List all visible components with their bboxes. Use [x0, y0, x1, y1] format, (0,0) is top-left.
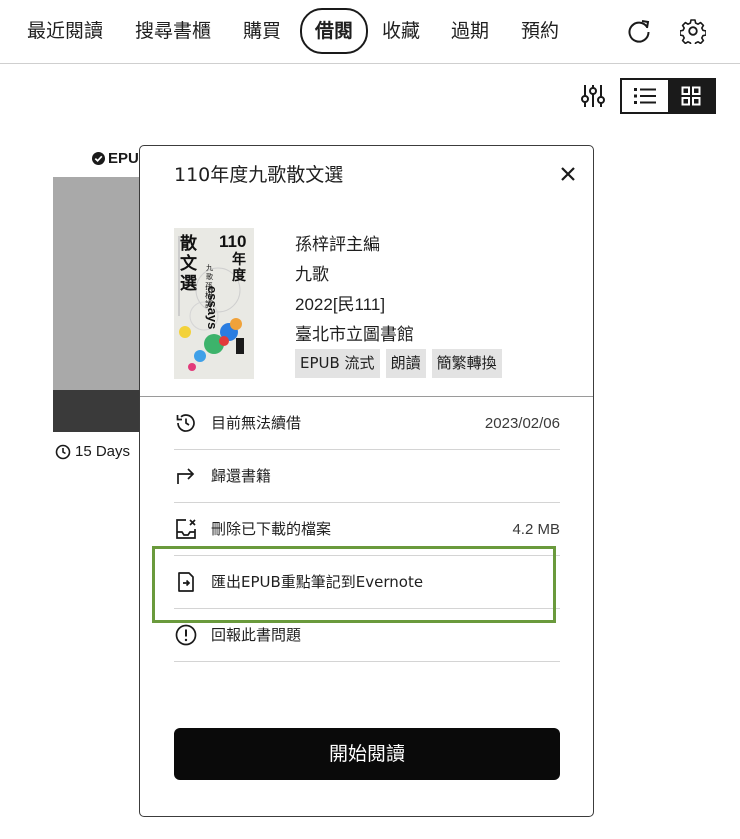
book-editor: 孫梓評主編 [295, 235, 380, 255]
sliders-icon[interactable] [578, 78, 608, 114]
return-book-row[interactable]: 歸還書籍 [174, 450, 560, 503]
top-nav-bar: 最近閱讀 搜尋書櫃 購買 借閱 收藏 過期 預約 [0, 0, 740, 64]
dialog-title: 110年度九歌散文選 [174, 164, 344, 186]
cover-year: 110 [219, 232, 247, 251]
return-icon [177, 468, 195, 484]
tab-favorites[interactable]: 收藏 [369, 8, 433, 54]
cover-editor: 孫梓評 [205, 282, 213, 309]
start-reading-button[interactable]: 開始閱讀 [174, 728, 560, 780]
cover-year-suffix: 年度 [232, 252, 246, 284]
gear-icon[interactable] [678, 16, 708, 46]
tab-recent[interactable]: 最近閱讀 [14, 8, 116, 54]
tab-expired[interactable]: 過期 [438, 8, 502, 54]
book-cover: 散文選 110 年度 essays 九歌 孫梓評 [174, 228, 254, 379]
book-library: 臺北市立圖書館 [295, 325, 414, 345]
alert-icon [175, 624, 197, 646]
book-detail-dialog: 110年度九歌散文選 散文選 110 年度 essays 九歌 孫梓評 孫梓評主… [139, 145, 594, 817]
return-book-label: 歸還書籍 [211, 467, 272, 485]
book-tags: EPUB 流式 朗讀 簡繁轉換 [295, 349, 502, 378]
clock-icon [55, 444, 71, 459]
delete-download-icon [176, 519, 196, 539]
format-badge-label: EPU [108, 150, 139, 167]
tag-format: EPUB 流式 [295, 349, 380, 378]
tab-purchased[interactable]: 購買 [230, 8, 294, 54]
tab-borrowed[interactable]: 借閱 [300, 8, 369, 54]
book-cover-footer [53, 390, 143, 432]
book-publisher: 九歌 [295, 265, 329, 285]
loan-days-label: 15 Days [75, 443, 131, 460]
list-icon[interactable] [622, 80, 668, 112]
view-toggle [620, 78, 716, 114]
grid-icon[interactable] [668, 80, 714, 112]
history-icon [176, 414, 195, 432]
check-circle-icon [92, 152, 105, 165]
book-year: 2022[民111] [295, 295, 386, 314]
renew-label: 目前無法續借 [211, 414, 302, 432]
close-icon[interactable] [555, 161, 581, 187]
highlight-box [152, 546, 556, 623]
due-date: 2023/02/06 [484, 415, 560, 432]
tag-read-aloud: 朗讀 [385, 349, 426, 378]
book-metadata: 孫梓評主編 九歌 2022[民111] 臺北市立圖書館 [295, 230, 414, 350]
format-badge: EPU [92, 150, 139, 167]
refresh-icon[interactable] [624, 16, 654, 46]
renew-row[interactable]: 目前無法續借 2023/02/06 [174, 397, 560, 450]
loan-days: 15 Days [55, 443, 130, 460]
tab-strip: 最近閱讀 搜尋書櫃 購買 借閱 收藏 過期 預約 [14, 8, 559, 54]
cover-publisher: 九歌 [206, 264, 213, 281]
cover-title-vertical: 散文選 [180, 234, 197, 294]
book-cover-background[interactable] [53, 177, 143, 390]
tab-search-shelf[interactable]: 搜尋書櫃 [122, 8, 224, 54]
tab-reserved[interactable]: 預約 [508, 8, 559, 54]
tag-conversion: 簡繁轉換 [431, 349, 502, 378]
